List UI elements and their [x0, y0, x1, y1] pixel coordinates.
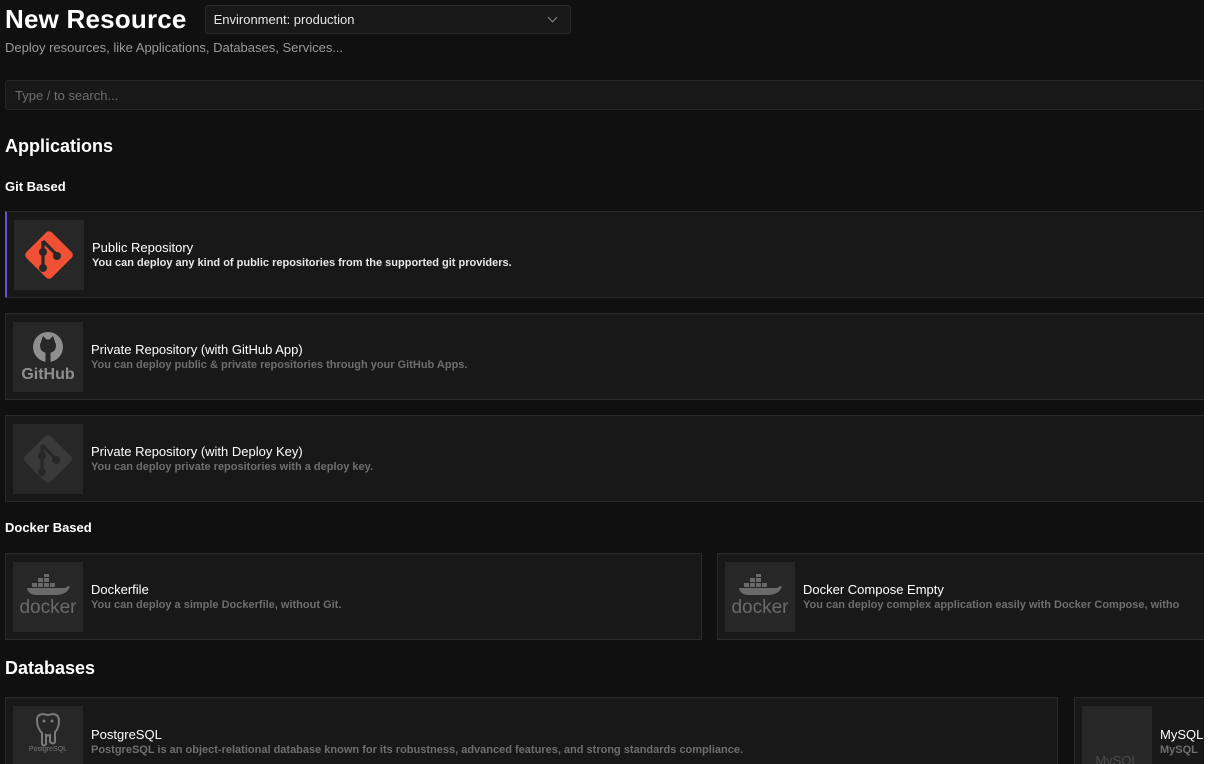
resource-card-text: Docker Compose Empty You can deploy comp… [803, 582, 1179, 611]
subsection-title-git-based: Git Based [5, 179, 66, 194]
resource-card-dockerfile[interactable]: docker Dockerfile You can deploy a simpl… [5, 553, 702, 640]
github-icon: GitHub [13, 321, 83, 392]
resource-card-postgresql[interactable]: PostgreSQL PostgreSQL PostgreSQL is an o… [5, 697, 1058, 764]
search-input[interactable] [5, 80, 1205, 110]
postgresql-icon: PostgreSQL [13, 706, 83, 764]
resource-name: Public Repository [92, 240, 194, 255]
git-icon [14, 219, 84, 290]
resource-description: You can deploy a simple Dockerfile, with… [91, 599, 342, 611]
resource-name: Private Repository (with Deploy Key) [91, 444, 303, 459]
resource-name: Docker Compose Empty [803, 582, 944, 597]
resource-card-mysql[interactable]: MySQL MySQL MySQL [1074, 697, 1205, 764]
resource-card-private-repository-deploy-key[interactable]: Private Repository (with Deploy Key) You… [5, 415, 1205, 502]
docker-logo-text: docker [19, 597, 77, 618]
resource-card-public-repository[interactable]: Public Repository You can deploy any kin… [5, 211, 1205, 298]
resource-description: MySQL [1160, 744, 1198, 756]
resource-name: Private Repository (with GitHub App) [91, 342, 303, 357]
resource-card-text: MySQL MySQL [1160, 727, 1203, 756]
subsection-title-docker-based: Docker Based [5, 520, 92, 535]
github-logo-text: GitHub [21, 365, 75, 383]
postgresql-logo-text: PostgreSQL [28, 746, 68, 753]
page-title: New Resource [5, 4, 187, 34]
docker-icon: docker [13, 561, 83, 632]
chevron-down-icon [547, 12, 558, 23]
section-title-databases: Databases [5, 658, 96, 678]
resource-card-docker-compose-empty[interactable]: docker Docker Compose Empty You can depl… [717, 553, 1205, 640]
page-header: New Resource Environment: production [5, 4, 571, 35]
resource-name: MySQL [1160, 727, 1204, 742]
resource-card-private-repository-github-app[interactable]: GitHub Private Repository (with GitHub A… [5, 313, 1205, 400]
resource-description: You can deploy any kind of public reposi… [92, 257, 512, 269]
section-title-applications: Applications [5, 136, 114, 156]
resource-description: You can deploy public & private reposito… [91, 359, 468, 371]
page-subtitle: Deploy resources, like Applications, Dat… [5, 40, 344, 55]
resource-description: You can deploy private repositories with… [91, 461, 374, 473]
resource-card-text: Private Repository (with GitHub App) You… [91, 342, 467, 371]
environment-select-value: Environment: production [213, 12, 355, 27]
docker-logo-text: docker [731, 597, 789, 618]
new-resource-page: New Resource Environment: production Dep… [0, 0, 1210, 764]
resource-card-text: PostgreSQL PostgreSQL is an object-relat… [91, 727, 743, 756]
resource-description: PostgreSQL is an object-relational datab… [91, 744, 744, 756]
resource-card-text: Dockerfile You can deploy a simple Docke… [91, 582, 341, 611]
docker-icon: docker [725, 561, 795, 632]
resource-name: Dockerfile [91, 582, 149, 597]
resource-card-text: Private Repository (with Deploy Key) You… [91, 444, 373, 473]
git-icon [13, 423, 83, 494]
resource-card-text: Public Repository You can deploy any kin… [92, 240, 512, 269]
mysql-icon: MySQL [1082, 706, 1152, 764]
environment-select[interactable]: Environment: production [204, 5, 571, 34]
resource-description: You can deploy complex application easil… [803, 599, 1180, 611]
mysql-logo-text: MySQL [1095, 753, 1139, 764]
resource-name: PostgreSQL [91, 727, 162, 742]
window-edge [1204, 0, 1210, 764]
